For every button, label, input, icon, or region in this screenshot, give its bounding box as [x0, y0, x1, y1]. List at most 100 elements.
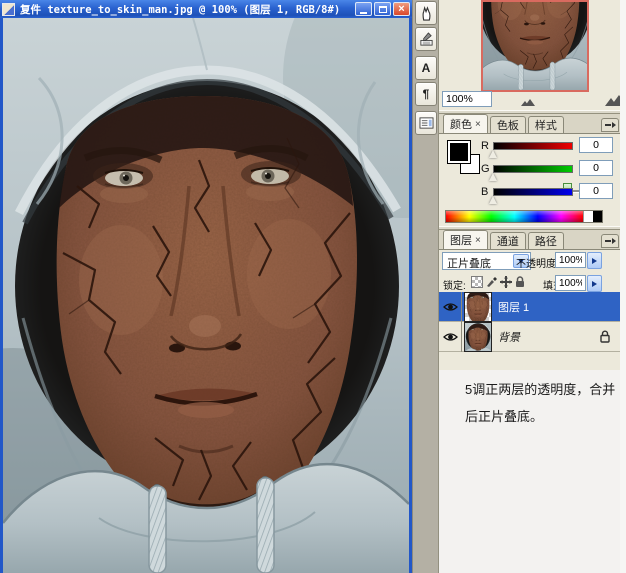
background-thumbnail-image	[465, 323, 491, 351]
menu-lines-icon	[604, 124, 611, 126]
fill-spinner-button[interactable]	[587, 275, 602, 292]
green-channel-slider[interactable]	[493, 165, 573, 173]
minimize-button[interactable]	[355, 2, 372, 16]
navigator-proxy-view[interactable]	[481, 0, 589, 92]
layers-panel-menu-button[interactable]	[601, 234, 619, 248]
layout-list-icon[interactable]	[415, 111, 437, 135]
tab-label: 路径	[534, 236, 557, 248]
red-channel-label: R	[481, 140, 489, 152]
navigator-panel	[439, 0, 626, 196]
page-margin-strip	[620, 0, 626, 573]
photoshop-workspace: 复件 texture_to_skin_man.jpg @ 100% (图层 1,…	[0, 0, 626, 573]
lock-position-move-icon[interactable]	[500, 276, 512, 288]
foreground-color-swatch[interactable]	[447, 140, 471, 164]
blue-channel-row: B	[439, 183, 621, 204]
opacity-input[interactable]	[555, 252, 586, 268]
background-thumbnail[interactable]	[464, 321, 492, 352]
layer-visibility-toggle[interactable]	[439, 291, 462, 322]
tab-styles[interactable]: 样式	[527, 116, 564, 133]
blue-channel-label: B	[481, 186, 489, 198]
layers-panel: 图层 × 通道 路径 正片叠底 不透明度: 100% 锁定: 100% 图层 1…	[439, 230, 621, 370]
maximize-icon	[378, 5, 387, 13]
menu-arrow-icon	[611, 122, 616, 128]
close-button[interactable]: ×	[393, 2, 410, 16]
layers-panel-tabs: 图层 × 通道 路径	[439, 230, 621, 250]
chevron-right-icon	[592, 257, 597, 264]
fill-input[interactable]	[555, 275, 586, 291]
tutorial-caption-text: 5调正两层的透明度，合并后正片叠底。	[465, 382, 616, 424]
opacity-label: 不透明度:	[516, 259, 559, 270]
green-value-input[interactable]	[579, 160, 613, 176]
background-layer-name[interactable]: 背景	[498, 329, 520, 345]
character-glyph: A	[421, 61, 431, 75]
color-panel: 颜色 × 色板 样式 R 0 G 0 B 0	[439, 114, 621, 226]
spectrum-black-cell[interactable]	[593, 211, 602, 222]
tab-label: 样式	[534, 120, 557, 132]
zoom-out-icon[interactable]	[521, 96, 535, 106]
spectrum-white-cell[interactable]	[583, 211, 593, 222]
color-spectrum-ramp[interactable]	[445, 210, 603, 223]
character-panel-icon[interactable]: A	[415, 56, 437, 80]
layer-row-background[interactable]: 背景	[439, 321, 621, 352]
tab-label: 通道	[496, 236, 519, 248]
paragraph-panel-icon[interactable]: ¶	[415, 82, 437, 106]
lock-paint-brush-icon[interactable]	[486, 276, 498, 288]
minimize-icon	[360, 11, 367, 14]
blend-mode-row: 正片叠底 不透明度:	[439, 250, 621, 273]
brush-notes-icon[interactable]	[415, 27, 437, 51]
blue-slider-thumb[interactable]	[489, 196, 497, 204]
document-title: 复件 texture_to_skin_man.jpg @ 100% (图层 1,…	[20, 3, 341, 16]
tab-channels[interactable]: 通道	[489, 232, 526, 249]
document-canvas[interactable]	[0, 18, 412, 573]
lock-all-icon[interactable]	[514, 276, 526, 288]
red-value-input[interactable]	[579, 137, 613, 153]
window-controls: ×	[355, 2, 410, 16]
lock-row: 锁定: 填充:	[439, 273, 621, 293]
background-lock-icon	[599, 330, 611, 346]
layer1-thumbnail-image	[465, 293, 491, 321]
color-panel-menu-button[interactable]	[601, 118, 619, 132]
spectrum-rainbow	[446, 211, 583, 222]
menu-lines-icon	[604, 240, 611, 242]
tab-label: 颜色	[450, 119, 472, 131]
panel-column: 颜色 × 色板 样式 R	[438, 0, 626, 573]
color-panel-tabs: 颜色 × 色板 样式	[439, 114, 621, 134]
canvas-image	[3, 18, 409, 573]
menu-arrow-icon	[611, 238, 616, 244]
opacity-spinner-button[interactable]	[587, 252, 602, 269]
green-slider-thumb[interactable]	[489, 173, 497, 181]
hand-gesture-icon[interactable]	[415, 1, 437, 25]
blend-mode-value: 正片叠底	[447, 258, 491, 270]
layer1-thumbnail[interactable]	[464, 291, 492, 322]
maximize-button[interactable]	[374, 2, 391, 16]
navigator-zoom-input[interactable]	[442, 91, 492, 107]
layout-list-glyph	[419, 117, 433, 129]
hand-gesture-glyph	[421, 5, 431, 21]
tab-close-mark[interactable]: ×	[475, 119, 481, 130]
tab-swatches[interactable]: 色板	[489, 116, 526, 133]
blue-value-input[interactable]	[579, 183, 613, 199]
palette-dock: A ¶	[412, 0, 438, 573]
red-channel-slider[interactable]	[493, 142, 573, 150]
color-panel-content: R G B	[439, 134, 621, 226]
chevron-right-icon	[592, 280, 597, 287]
eye-icon	[442, 302, 458, 311]
red-slider-thumb[interactable]	[489, 150, 497, 158]
layer-visibility-toggle[interactable]	[439, 321, 462, 352]
photoshop-document-icon	[2, 2, 15, 16]
tab-color[interactable]: 颜色 ×	[443, 114, 488, 133]
layer1-name[interactable]: 图层 1	[498, 299, 529, 315]
move-glyph	[500, 276, 512, 288]
document-window: 复件 texture_to_skin_man.jpg @ 100% (图层 1,…	[0, 0, 412, 573]
blue-channel-slider[interactable]	[493, 188, 573, 196]
tab-paths[interactable]: 路径	[527, 232, 564, 249]
eye-icon	[442, 332, 458, 341]
lock-transparency-icon[interactable]	[471, 276, 483, 288]
brush-glyph	[487, 277, 497, 287]
document-titlebar[interactable]: 复件 texture_to_skin_man.jpg @ 100% (图层 1,…	[0, 0, 412, 18]
tab-label: 图层	[450, 235, 472, 247]
padlock-glyph	[600, 330, 610, 343]
tab-close-mark[interactable]: ×	[475, 235, 481, 246]
tab-layers[interactable]: 图层 ×	[443, 230, 488, 249]
layer-row-layer1[interactable]: 图层 1	[439, 291, 621, 322]
